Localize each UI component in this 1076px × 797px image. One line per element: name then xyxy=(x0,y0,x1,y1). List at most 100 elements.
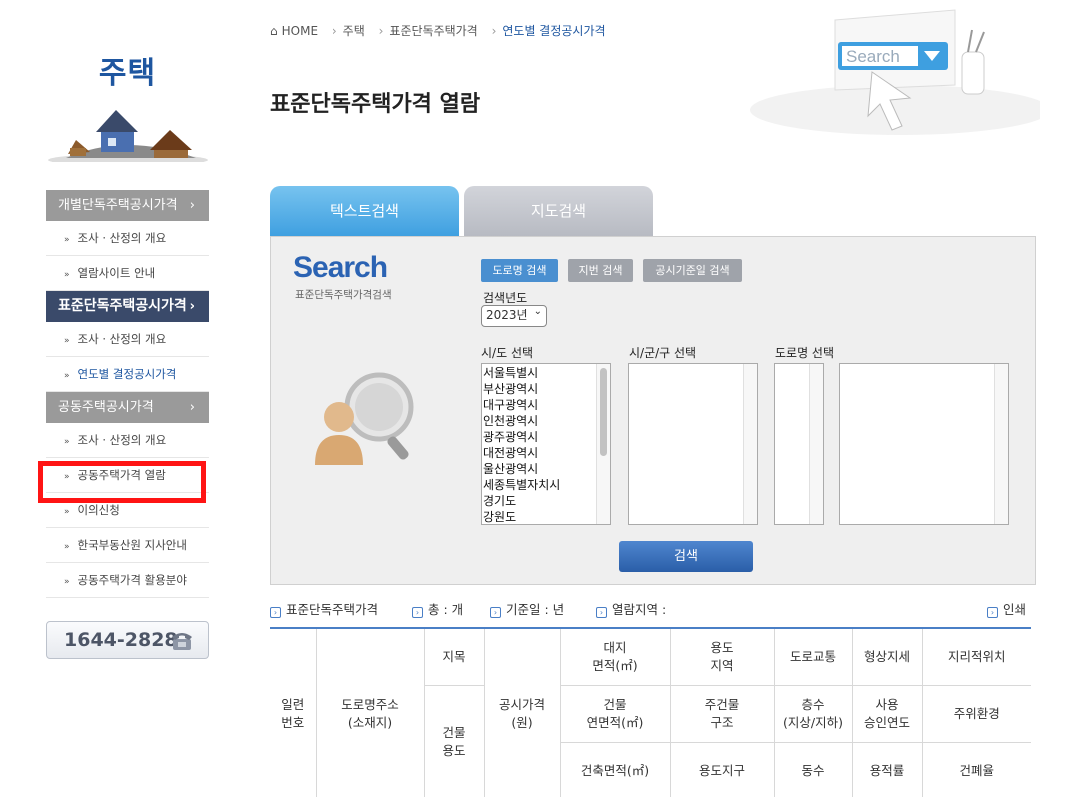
table-header-cell: 지리적위치 xyxy=(921,628,1031,686)
sidebar-group-label: 공동주택공시가격 xyxy=(58,400,154,415)
table-header-cell: 도로명주소 (소재지) xyxy=(315,628,425,797)
sido-option[interactable]: 울산광역시 xyxy=(483,461,610,477)
table-header-cell: 용도 지역 xyxy=(669,628,775,686)
road-initial-listbox[interactable] xyxy=(774,363,824,525)
sidebar-item-standard-overview[interactable]: » 조사 · 산정의 개요 xyxy=(46,322,209,357)
summary-region: › 열람지역 : xyxy=(596,599,666,618)
summary-total-text: 총 : 개 xyxy=(428,602,464,617)
sido-option[interactable]: 경기도 xyxy=(483,493,610,509)
table-header-cell: 일련 번호 xyxy=(270,628,317,797)
scrollbar[interactable] xyxy=(809,364,823,524)
print-label: 인쇄 xyxy=(1003,602,1027,617)
sigungu-listbox[interactable] xyxy=(628,363,758,525)
sidebar-item-label: 공동주택가격 활용분야 xyxy=(77,573,187,587)
chevron-right-icon: › xyxy=(189,400,195,415)
breadcrumb-current: 연도별 결정공시가격 xyxy=(502,24,606,38)
sidebar-group-standard-house[interactable]: 표준단독주택공시가격 › xyxy=(46,291,209,322)
sidebar-group-apartment[interactable]: 공동주택공시가격 › xyxy=(46,392,209,423)
bullet-icon: » xyxy=(64,507,70,517)
print-button[interactable]: › 인쇄 xyxy=(987,599,1026,618)
header-building-use: 건물 용도 xyxy=(442,725,466,758)
search-subtitle: 표준단독주택가격검색 xyxy=(295,289,392,301)
sidebar-item-label: 연도별 결정공시가격 xyxy=(77,367,177,381)
table-header-cell: 용적률 xyxy=(851,741,923,797)
table-header-cell: 건축면적(㎡) xyxy=(560,741,671,797)
sidebar-item-apartment-usage[interactable]: » 공동주택가격 활용분야 xyxy=(46,563,209,598)
phone-number-box: 1644-2828 xyxy=(46,621,209,659)
sidebar-item-individual-site-guide[interactable]: » 열람사이트 안내 xyxy=(46,256,209,291)
sido-option[interactable]: 세종특별자치시 xyxy=(483,477,610,493)
table-header-cell: 공시가격 (원) xyxy=(483,628,561,797)
sidebar-item-label: 열람사이트 안내 xyxy=(77,266,156,280)
sidebar-menu: 개별단독주택공시가격 › » 조사 · 산정의 개요 » 열람사이트 안내 표준단독… xyxy=(46,190,209,598)
sidebar-item-yearly-price[interactable]: » 연도별 결정공시가격 xyxy=(46,357,209,392)
sido-option[interactable]: 서울특별시 xyxy=(483,365,610,381)
sidebar-item-individual-overview[interactable]: » 조사 · 산정의 개요 xyxy=(46,221,209,256)
header-label: 주건물 구조 xyxy=(704,696,740,730)
sigungu-label: 시/군/구 선택 xyxy=(629,346,697,360)
box-arrow-icon: › xyxy=(987,607,998,618)
table-header-cell: 용도지구 xyxy=(669,741,775,797)
header-label: 형상지세 xyxy=(863,648,910,664)
scrollbar-thumb[interactable] xyxy=(600,368,607,456)
table-header-cell: 형상지세 xyxy=(851,628,923,686)
summary-base-date: › 기준일 : 년 xyxy=(490,599,564,618)
header-address: 도로명주소 (소재지) xyxy=(341,696,399,730)
table-header-cell: 건폐율 xyxy=(921,741,1031,797)
chevron-right-icon: › xyxy=(491,24,497,38)
deco-search-text: Search xyxy=(846,47,900,66)
header-label: 용도 지역 xyxy=(710,639,734,673)
header-label: 동수 xyxy=(801,762,825,778)
search-logo: Search xyxy=(293,251,388,284)
sidebar-group-label: 개별단독주택공시가격 xyxy=(58,198,178,213)
sido-option[interactable]: 광주광역시 xyxy=(483,429,610,445)
road-search-button[interactable]: 도로명 검색 xyxy=(481,259,558,282)
sidebar-group-individual-house[interactable]: 개별단독주택공시가격 › xyxy=(46,190,209,221)
header-label: 건축면적(㎡) xyxy=(580,762,650,778)
breadcrumb-item[interactable]: 표준단독주택가격 xyxy=(389,24,477,38)
chevron-down-icon: ⌄ xyxy=(533,306,542,317)
houses-illustration xyxy=(48,110,208,162)
sidebar-item-branch-guide[interactable]: » 한국부동산원 지사안내 xyxy=(46,528,209,563)
box-arrow-icon: › xyxy=(270,607,281,618)
sidebar-title: 주택 xyxy=(98,56,157,91)
sido-option[interactable]: 대구광역시 xyxy=(483,397,610,413)
year-select-value: 2023년 xyxy=(486,308,528,322)
header-price: 공시가격 (원) xyxy=(498,696,545,730)
tab-map-search[interactable]: 지도검색 xyxy=(464,186,653,237)
sido-option[interactable]: 부산광역시 xyxy=(483,381,610,397)
sido-listbox[interactable]: 서울특별시 부산광역시 대구광역시 인천광역시 광주광역시 대전광역시 울산광역… xyxy=(481,363,611,525)
bullet-icon: » xyxy=(64,270,70,280)
summary-base-date-text: 기준일 : 년 xyxy=(506,602,565,617)
scrollbar[interactable] xyxy=(743,364,757,524)
header-label: 사용 승인연도 xyxy=(863,696,910,730)
sido-option[interactable]: 대전광역시 xyxy=(483,445,610,461)
sidebar-item-label: 조사 · 산정의 개요 xyxy=(77,332,167,346)
sido-label: 시/도 선택 xyxy=(481,346,534,360)
chevron-right-icon: › xyxy=(331,24,337,38)
search-submit-button[interactable]: 검색 xyxy=(619,541,753,572)
bullet-icon: » xyxy=(64,542,70,552)
scrollbar[interactable] xyxy=(596,364,610,524)
year-select[interactable]: 2023년 ⌄ xyxy=(481,305,547,327)
sido-option[interactable]: 인천광역시 xyxy=(483,413,610,429)
breadcrumb-home[interactable]: HOME xyxy=(282,24,318,38)
person-magnifier-icon xyxy=(315,372,414,465)
highlight-box xyxy=(38,461,206,503)
box-arrow-icon: › xyxy=(490,607,501,618)
sidebar-item-label: 한국부동산원 지사안내 xyxy=(77,538,187,552)
road-name-listbox[interactable] xyxy=(839,363,1009,525)
table-row: 일련 번호 도로명주소 (소재지) 지목 공시가격 (원) 대지 면적(㎡) 용… xyxy=(270,628,1031,797)
road-label: 도로명 선택 xyxy=(775,346,835,360)
scrollbar[interactable] xyxy=(994,364,1008,524)
sido-option[interactable]: 강원도 xyxy=(483,509,610,524)
sidebar-group-label: 표준단독주택공시가격 xyxy=(58,298,187,314)
tab-text-search[interactable]: 텍스트검색 xyxy=(270,186,459,237)
box-arrow-icon: › xyxy=(412,607,423,618)
lot-search-button[interactable]: 지번 검색 xyxy=(568,259,633,282)
breadcrumb-item[interactable]: 주택 xyxy=(343,24,365,38)
header-label: 용적률 xyxy=(869,762,905,778)
sidebar-item-apartment-overview[interactable]: » 조사 · 산정의 개요 xyxy=(46,423,209,458)
result-table: 일련 번호 도로명주소 (소재지) 지목 공시가격 (원) 대지 면적(㎡) 용… xyxy=(270,627,1031,797)
base-date-search-button[interactable]: 공시기준일 검색 xyxy=(643,259,742,282)
